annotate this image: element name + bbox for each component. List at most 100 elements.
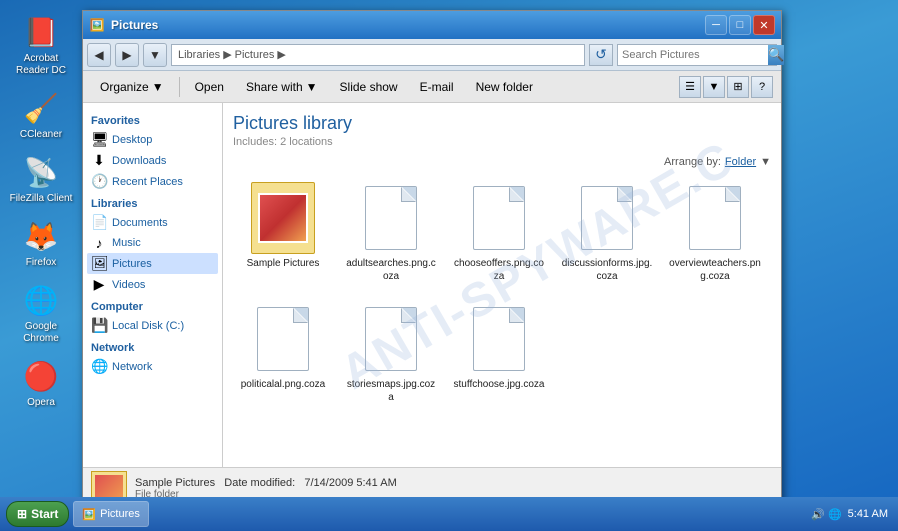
share-with-label: Share with	[246, 80, 303, 94]
desktop-icon-opera[interactable]: 🔴 Opera	[5, 354, 77, 412]
arrange-label: Arrange by:	[664, 156, 721, 168]
desktop-icon-chrome[interactable]: 🌐 Google Chrome	[5, 278, 77, 348]
sidebar-item-localdisk[interactable]: 💾 Local Disk (C:)	[87, 315, 218, 336]
recent-button[interactable]: ▼	[143, 43, 167, 67]
go-button[interactable]: ↺	[589, 44, 613, 66]
file-item-sample-pictures[interactable]: Sample Pictures	[233, 178, 333, 287]
sample-pictures-folder-icon	[251, 182, 315, 254]
address-field[interactable]: Libraries ▶ Pictures ▶	[171, 44, 585, 66]
content-area: Pictures library Includes: 2 locations A…	[223, 103, 781, 467]
network-icon: 🌐	[91, 358, 107, 375]
email-button[interactable]: E-mail	[411, 75, 463, 99]
window-icon: 🖼️	[89, 17, 105, 33]
file-item-politicalal[interactable]: politicalal.png.coza	[233, 299, 333, 408]
preview-button[interactable]: ⊞	[727, 76, 749, 98]
music-icon: ♪	[91, 235, 107, 251]
computer-label: Computer	[91, 301, 214, 313]
desktop-icons: 📕 Acrobat Reader DC 🧹 CCleaner 📡 FileZil…	[0, 0, 82, 490]
open-button[interactable]: Open	[186, 75, 233, 99]
explorer-window: 🖼️ Pictures ─ □ ✕ ◀ ▶ ▼ Libraries ▶ Pict…	[82, 10, 782, 510]
share-with-button[interactable]: Share with ▼	[237, 75, 327, 99]
title-bar: 🖼️ Pictures ─ □ ✕	[83, 11, 781, 39]
acrobat-icon: 📕	[22, 13, 60, 51]
arrange-arrow-icon: ▼	[760, 156, 771, 168]
toolbar: Organize ▼ Open Share with ▼ Slide show …	[83, 71, 781, 103]
opera-icon: 🔴	[22, 357, 60, 395]
file-item-storiesmaps[interactable]: storiesmaps.jpg.coza	[341, 299, 441, 408]
breadcrumb: Libraries ▶ Pictures ▶	[178, 48, 287, 61]
favorites-label: Favorites	[91, 115, 214, 127]
sidebar-music-label: Music	[112, 237, 141, 249]
arrange-value[interactable]: Folder	[725, 156, 756, 168]
taskbar-right: 🔊 🌐 5:41 AM	[811, 508, 892, 521]
maximize-button[interactable]: □	[729, 15, 751, 35]
documents-icon: 📄	[91, 214, 107, 231]
library-title: Pictures library	[233, 113, 771, 134]
file-item-discussionforms[interactable]: discussionforms.jpg.coza	[557, 178, 657, 287]
network-label: Network	[91, 342, 214, 354]
desktop-icon-acrobat[interactable]: 📕 Acrobat Reader DC	[5, 10, 77, 80]
ccleaner-icon: 🧹	[22, 89, 60, 127]
adultsearches-icon-wrap	[359, 182, 423, 254]
desktop-icon-ccleaner[interactable]: 🧹 CCleaner	[5, 86, 77, 144]
sidebar-item-videos[interactable]: ▶ Videos	[87, 274, 218, 295]
search-input[interactable]	[618, 49, 768, 61]
firefox-label: Firefox	[26, 257, 57, 269]
views-dropdown-button[interactable]: ▼	[703, 76, 725, 98]
desktop-icon-filezilla[interactable]: 📡 FileZilla Client	[5, 150, 77, 208]
sidebar-downloads-label: Downloads	[112, 155, 166, 167]
sidebar-documents-label: Documents	[112, 217, 168, 229]
desktop-icon-small: 🖥	[91, 131, 107, 148]
minimize-button[interactable]: ─	[705, 15, 727, 35]
file-name-politicalal: politicalal.png.coza	[241, 378, 326, 391]
local-disk-icon: 💾	[91, 317, 107, 334]
windows-logo-icon: ⊞	[17, 507, 27, 521]
help-button[interactable]: ?	[751, 76, 773, 98]
chrome-icon: 🌐	[22, 281, 60, 319]
breadcrumb-sep1: ▶	[223, 48, 231, 61]
views-button[interactable]: ☰	[679, 76, 701, 98]
organize-button[interactable]: Organize ▼	[91, 75, 173, 99]
sidebar-item-desktop[interactable]: 🖥 Desktop	[87, 129, 218, 150]
back-button[interactable]: ◀	[87, 43, 111, 67]
chooseoffers-file-icon	[473, 186, 525, 250]
close-button[interactable]: ✕	[753, 15, 775, 35]
slide-show-button[interactable]: Slide show	[331, 75, 407, 99]
sidebar-item-network[interactable]: 🌐 Network	[87, 356, 218, 377]
ccleaner-label: CCleaner	[20, 129, 62, 141]
file-name-sample-pictures: Sample Pictures	[247, 257, 320, 270]
email-label: E-mail	[420, 80, 454, 94]
sidebar-item-downloads[interactable]: ⬇ Downloads	[87, 150, 218, 171]
opera-label: Opera	[27, 397, 55, 409]
sidebar-pictures-label: Pictures	[112, 258, 152, 270]
sidebar-item-pictures[interactable]: 🖼 Pictures	[87, 253, 218, 274]
sidebar-item-recent[interactable]: 🕐 Recent Places	[87, 171, 218, 192]
search-box: 🔍	[617, 44, 777, 66]
recent-places-icon: 🕐	[91, 173, 107, 190]
firefox-icon: 🦊	[22, 217, 60, 255]
sidebar-item-documents[interactable]: 📄 Documents	[87, 212, 218, 233]
clock: 5:41 AM	[848, 508, 888, 520]
forward-button[interactable]: ▶	[115, 43, 139, 67]
sample-pictures-icon-wrap	[251, 182, 315, 254]
file-item-chooseoffers[interactable]: chooseoffers.png.coza	[449, 178, 549, 287]
breadcrumb-pictures: Pictures	[235, 49, 275, 61]
file-item-stuffchoose[interactable]: stuffchoose.jpg.coza	[449, 299, 549, 408]
new-folder-button[interactable]: New folder	[467, 75, 542, 99]
sidebar-localdisk-label: Local Disk (C:)	[112, 320, 184, 332]
taskbar-pictures-label: Pictures	[100, 508, 140, 520]
file-item-adultsearches[interactable]: adultsearches.png.coza	[341, 178, 441, 287]
sidebar-videos-label: Videos	[112, 279, 145, 291]
start-button[interactable]: ⊞ Start	[6, 501, 69, 527]
taskbar-pictures-window[interactable]: 🖼️ Pictures	[73, 501, 148, 527]
acrobat-label: Acrobat Reader DC	[8, 53, 74, 77]
desktop-icon-firefox[interactable]: 🦊 Firefox	[5, 214, 77, 272]
file-grid: Sample Pictures adultsearches.png.coza c…	[233, 178, 771, 408]
organize-label: Organize	[100, 80, 149, 94]
new-folder-label: New folder	[476, 80, 533, 94]
sidebar-item-music[interactable]: ♪ Music	[87, 233, 218, 253]
stuffchoose-icon-wrap	[467, 303, 531, 375]
search-button[interactable]: 🔍	[768, 45, 784, 65]
window-title: Pictures	[111, 18, 705, 32]
file-item-overviewteachers[interactable]: overviewteachers.png.coza	[665, 178, 765, 287]
